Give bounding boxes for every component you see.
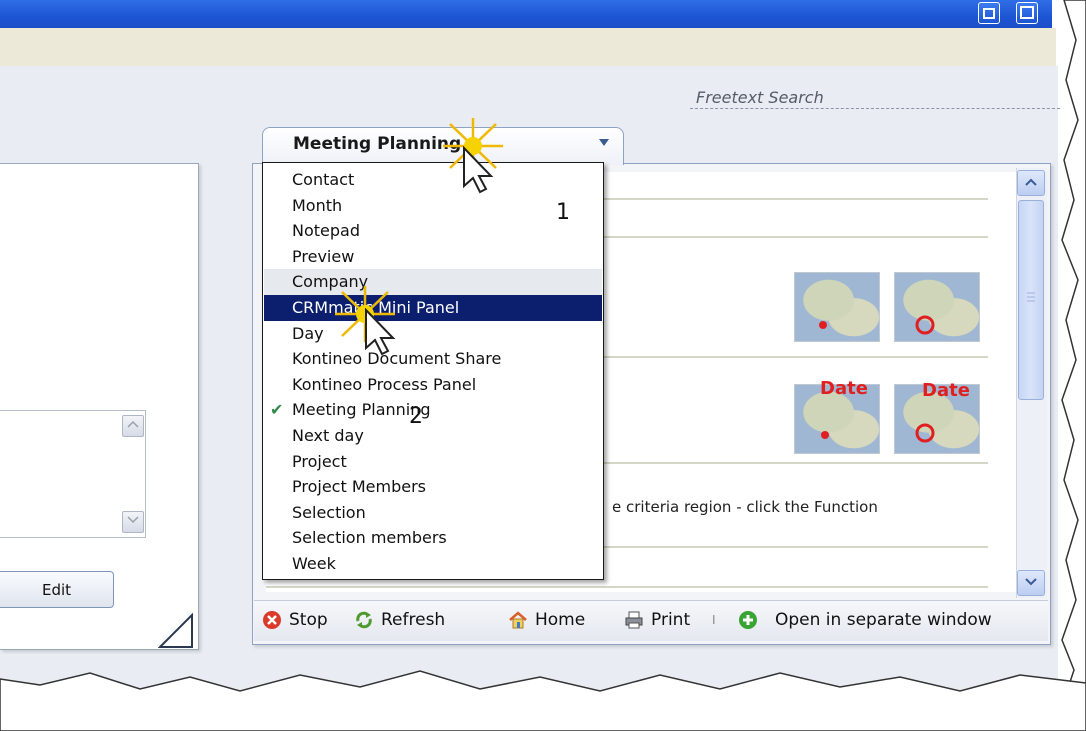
freetext-search-input[interactable]: [690, 87, 1060, 109]
menu-item[interactable]: Contact: [264, 167, 602, 193]
menu-item-label: Selection members: [292, 528, 447, 548]
home-icon: [509, 611, 527, 629]
stop-icon: [263, 611, 281, 629]
textarea-scroll-up-button[interactable]: [122, 415, 144, 437]
torn-edge-right: [1061, 0, 1086, 731]
map-date-label: Date: [820, 378, 868, 399]
menu-item-label: Week: [292, 554, 336, 573]
add-icon: [739, 611, 757, 629]
map-thumbnail[interactable]: [794, 272, 880, 342]
chevron-down-icon: [1025, 578, 1037, 586]
menu-item[interactable]: Month: [264, 193, 602, 219]
menu-item[interactable]: Selection: [264, 500, 602, 526]
open-separate-window-label: Open in separate window: [775, 610, 992, 630]
minimize-button[interactable]: [978, 2, 1000, 24]
open-separate-window-button[interactable]: Open in separate window: [738, 600, 992, 640]
menu-item[interactable]: Week: [264, 551, 602, 577]
toolbar-separator: I: [712, 613, 716, 627]
menu-item-label: Project: [292, 451, 347, 471]
menu-item-label: Kontineo Process Panel: [292, 374, 477, 394]
refresh-icon: [356, 611, 372, 629]
menu-bar: [0, 28, 1056, 67]
home-button[interactable]: Home: [508, 600, 585, 640]
menu-item-label: Contact: [292, 170, 355, 189]
step-annotation-2: 2: [409, 404, 423, 429]
mouse-cursor-icon: [365, 308, 396, 356]
menu-item-label: Notepad: [292, 221, 360, 241]
menu-item-label: Selection: [292, 502, 366, 522]
resize-grip-icon[interactable]: [158, 613, 194, 649]
menu-item[interactable]: Kontineo Document Share: [264, 346, 602, 372]
print-label: Print: [651, 610, 691, 630]
menu-item-label: Project Members: [292, 477, 426, 497]
stop-button[interactable]: Stop: [262, 600, 328, 640]
menu-item[interactable]: Next day: [264, 423, 602, 449]
home-label: Home: [535, 610, 586, 630]
menu-item-label: Next day: [292, 426, 364, 445]
window-title-bar: [0, 0, 1052, 28]
chevron-up-icon: [1025, 178, 1037, 186]
mouse-cursor-icon: [463, 146, 494, 194]
minimize-icon: [983, 8, 995, 19]
chevron-up-icon: [127, 420, 139, 428]
step-annotation-1: 1: [556, 200, 570, 225]
menu-item[interactable]: Project: [264, 449, 602, 475]
menu-item-label: Day: [292, 323, 324, 343]
menu-item-label: Month: [292, 195, 343, 215]
maximize-icon: [1020, 6, 1034, 19]
tab-label: Meeting Planning: [293, 134, 462, 154]
panel-dropdown-menu: Contact Month Notepad Preview Company CRMmati…: [262, 162, 604, 580]
refresh-button[interactable]: Refresh: [354, 600, 445, 640]
menu-item[interactable]: Project Members: [264, 474, 602, 500]
menu-item[interactable]: Notepad: [264, 218, 602, 244]
menu-item[interactable]: Selection members: [264, 525, 602, 551]
content-body-text: e criteria region - click the Function: [612, 498, 878, 516]
menu-item[interactable]: Preview: [264, 244, 602, 270]
menu-item[interactable]: Day: [264, 321, 602, 347]
map-date-label: Date: [922, 380, 970, 401]
menu-item[interactable]: Kontineo Process Panel: [264, 372, 602, 398]
maximize-button[interactable]: [1016, 2, 1038, 24]
edit-button[interactable]: Edit: [0, 571, 114, 608]
refresh-label: Refresh: [381, 610, 446, 630]
map-marker-dot-icon: [819, 321, 827, 329]
checkmark-icon: ✔: [270, 400, 284, 420]
textarea-scroll-down-button[interactable]: [122, 511, 144, 533]
menu-item[interactable]: ✔ Meeting Planning: [264, 397, 602, 423]
chevron-down-icon: [127, 516, 139, 524]
content-divider: [266, 586, 988, 588]
menu-item[interactable]: CRMmatic Mini Panel: [264, 295, 602, 321]
map-thumbnail[interactable]: [894, 272, 980, 342]
menu-item[interactable]: Company: [264, 269, 602, 295]
print-button[interactable]: Print: [624, 600, 690, 640]
stop-label: Stop: [289, 610, 328, 630]
printer-icon: [625, 611, 643, 629]
torn-edge-bottom: [0, 670, 1086, 731]
menu-item-label: Preview: [292, 246, 355, 266]
dropdown-arrow-icon[interactable]: [599, 137, 609, 150]
map-marker-circle-icon: [915, 315, 935, 335]
